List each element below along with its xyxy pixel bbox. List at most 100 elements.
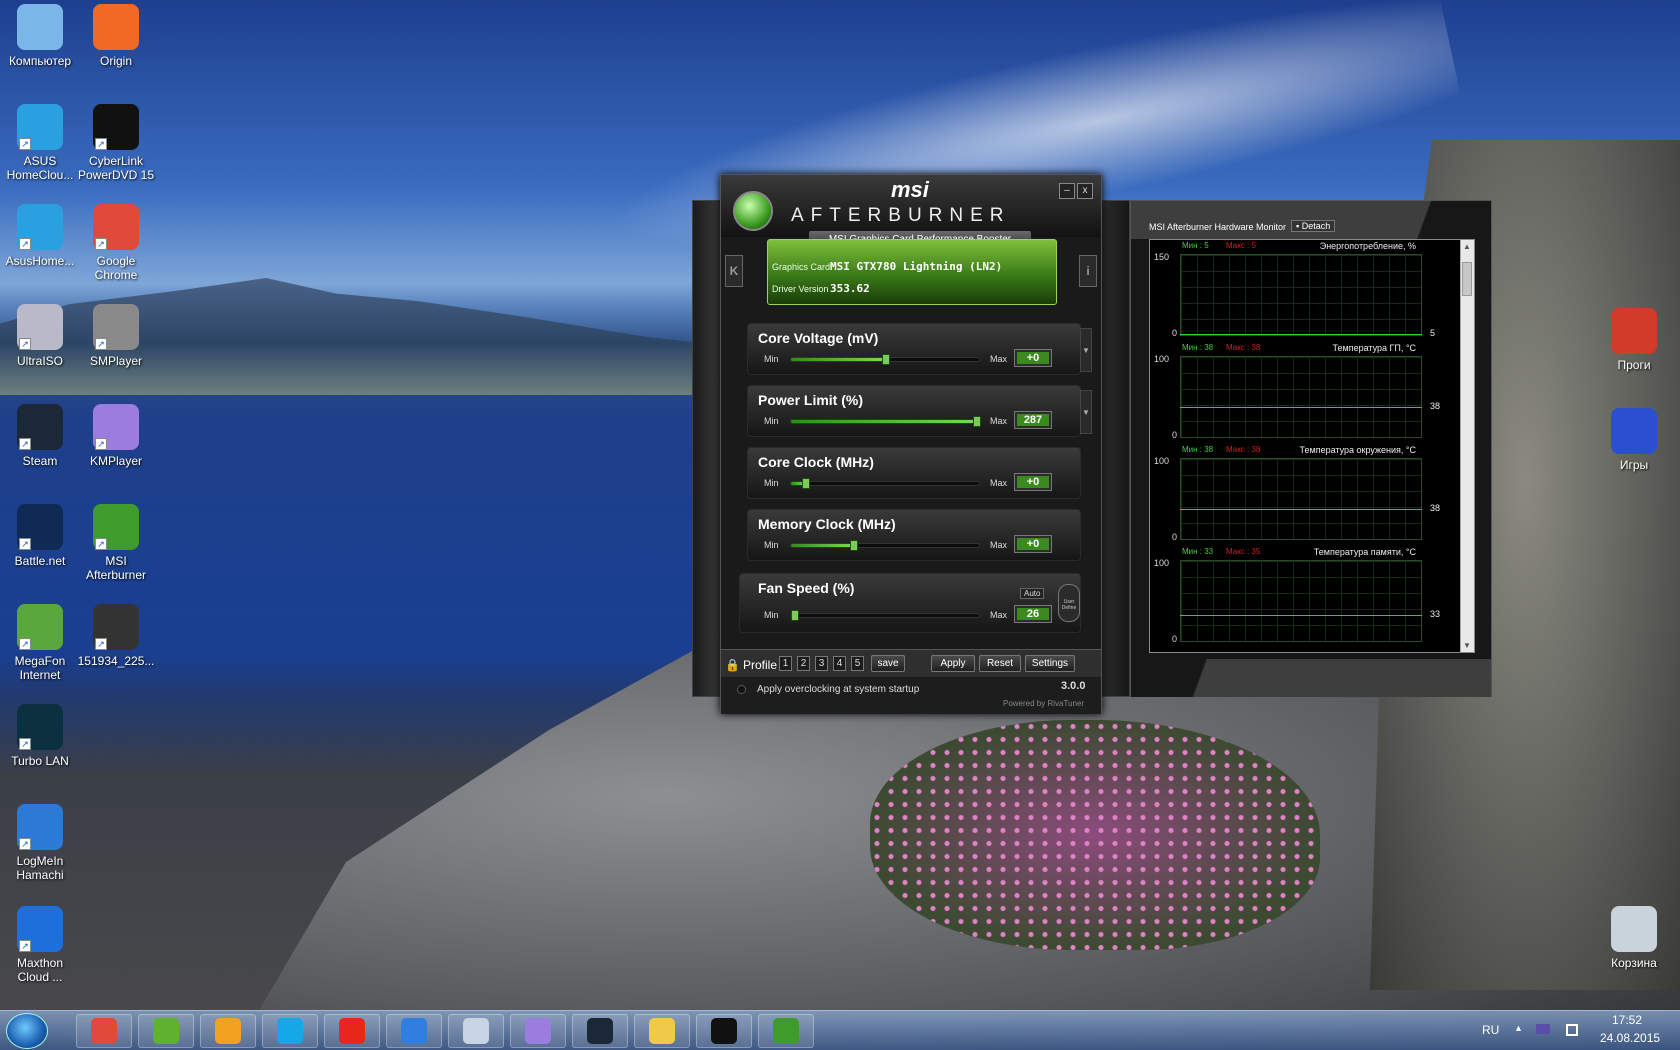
shortcut-arrow-icon: ↗: [19, 438, 31, 450]
desktop-icon[interactable]: ↗ UltraISO: [0, 304, 80, 368]
tray-app-icon[interactable]: [1536, 1024, 1550, 1034]
kmplayer-icon: ↗: [93, 404, 139, 450]
profile-1-button[interactable]: 1: [779, 656, 792, 671]
user-define-button[interactable]: User Define: [1058, 584, 1080, 622]
afterburner-taskbar-icon: [773, 1018, 799, 1044]
shortcut-arrow-icon: ↗: [19, 738, 31, 750]
slider-track[interactable]: [790, 610, 980, 621]
slider-track[interactable]: [790, 478, 980, 489]
language-indicator[interactable]: RU: [1482, 1023, 1499, 1037]
desktop-icon[interactable]: ↗ CyberLink PowerDVD 15: [76, 104, 156, 182]
taskbar-button[interactable]: [76, 1014, 132, 1048]
tray-expand-icon[interactable]: ▲: [1514, 1023, 1523, 1033]
desktop-icon[interactable]: Игры: [1594, 408, 1674, 472]
desktop-icon[interactable]: ↗ Google Chrome: [76, 204, 156, 282]
profile-label: Profile: [743, 658, 778, 672]
reset-button[interactable]: Reset: [979, 655, 1021, 672]
desktop-icon[interactable]: Корзина: [1594, 906, 1674, 970]
taskbar-button[interactable]: [386, 1014, 442, 1048]
taskbar-button[interactable]: [696, 1014, 752, 1048]
slider-min-label: Min: [764, 540, 779, 550]
desktop-icon[interactable]: ↗ AsusHome...: [0, 204, 80, 268]
close-button[interactable]: x: [1077, 183, 1093, 199]
skin-left-button[interactable]: K: [725, 255, 743, 287]
slider-value-box[interactable]: +0: [1014, 349, 1052, 367]
slider-track[interactable]: [790, 354, 980, 365]
desktop-icon[interactable]: ↗ Turbo LAN: [0, 704, 80, 768]
startup-checkbox[interactable]: [737, 685, 746, 694]
slider-fill: [791, 420, 979, 423]
slider-track[interactable]: [790, 416, 981, 427]
desktop-icon[interactable]: ↗ KMPlayer: [76, 404, 156, 468]
desktop-icon[interactable]: ↗ Battle.net: [0, 504, 80, 568]
hardware-monitor-window[interactable]: MSI Afterburner Hardware Monitor ▪ Detac…: [1130, 200, 1492, 697]
info-button[interactable]: i: [1079, 255, 1097, 287]
slider-value-box[interactable]: 26: [1014, 605, 1052, 623]
lock-icon[interactable]: 🔒: [725, 658, 740, 672]
save-button[interactable]: save: [871, 655, 905, 672]
slider-value-box[interactable]: +0: [1014, 473, 1052, 491]
profile-3-button[interactable]: 3: [815, 656, 828, 671]
desktop-icon[interactable]: ↗ 151934_225...: [76, 604, 156, 668]
desktop-icon[interactable]: Проги: [1594, 308, 1674, 372]
desktop-icon[interactable]: ↗ Steam: [0, 404, 80, 468]
monitor-scrollbar[interactable]: ▲ ▼: [1460, 240, 1474, 652]
scroll-thumb[interactable]: [1462, 262, 1472, 296]
desktop-icon[interactable]: Компьютер: [0, 4, 80, 68]
taskbar-button[interactable]: [138, 1014, 194, 1048]
slider-value-box[interactable]: +0: [1014, 535, 1052, 553]
clock-date[interactable]: 24.08.2015: [1600, 1031, 1660, 1045]
hamachi-icon: ↗: [17, 804, 63, 850]
hardware-monitor-header[interactable]: MSI Afterburner Hardware Monitor ▪ Detac…: [1131, 201, 1491, 239]
desktop-icon-label: CyberLink PowerDVD 15: [77, 154, 155, 182]
slider-handle[interactable]: [849, 540, 858, 551]
taskbar-button[interactable]: [324, 1014, 380, 1048]
minimize-button[interactable]: –: [1059, 183, 1075, 199]
slider-expand-icon[interactable]: ▼: [1080, 328, 1092, 372]
taskbar-button[interactable]: [200, 1014, 256, 1048]
card-info-panel: Graphics Card MSI GTX780 Lightning (LN2)…: [767, 239, 1057, 305]
desktop-icon[interactable]: ↗ SMPlayer: [76, 304, 156, 368]
desktop-icon[interactable]: ↗ LogMeIn Hamachi: [0, 804, 80, 882]
slider-name: Core Clock (MHz): [758, 454, 874, 470]
taskbar-button[interactable]: [634, 1014, 690, 1048]
slider-value-box[interactable]: 287: [1014, 411, 1052, 429]
start-button[interactable]: [6, 1013, 48, 1049]
taskbar-button[interactable]: [262, 1014, 318, 1048]
slider-handle[interactable]: [973, 416, 981, 427]
clock-time[interactable]: 17:52: [1612, 1013, 1642, 1027]
profile-2-button[interactable]: 2: [797, 656, 810, 671]
settings-button[interactable]: Settings: [1025, 655, 1075, 672]
slider-handle[interactable]: [791, 610, 799, 621]
recycle-bin-icon: [1611, 906, 1657, 952]
taskbar-button[interactable]: [448, 1014, 504, 1048]
taskbar-button[interactable]: [758, 1014, 814, 1048]
fan-auto-button[interactable]: Auto: [1020, 588, 1045, 599]
afterburner-window[interactable]: msi AFTERBURNER – x MSI Graphics Card Pe…: [720, 174, 1102, 714]
desktop-icon[interactable]: Origin: [76, 4, 156, 68]
slider-handle[interactable]: [802, 478, 811, 489]
slider-expand-icon[interactable]: ▼: [1080, 390, 1092, 434]
profile-4-button[interactable]: 4: [833, 656, 846, 671]
desktop-icon-label: ASUS HomeClou...: [6, 154, 74, 182]
desktop-icon[interactable]: ↗ Maxthon Cloud ...: [0, 906, 80, 984]
folder-games-icon: [1611, 408, 1657, 454]
desktop-icon[interactable]: ↗ MegaFon Internet: [0, 604, 80, 682]
afterburner-header[interactable]: msi AFTERBURNER – x: [721, 175, 1101, 237]
pane-title: Температура памяти, °C: [1313, 547, 1416, 557]
slider-min-label: Min: [764, 354, 779, 364]
slider-handle[interactable]: [882, 354, 890, 365]
slider-track[interactable]: [790, 540, 980, 551]
pane-title: Энергопотребление, %: [1319, 241, 1416, 251]
taskbar-button[interactable]: [510, 1014, 566, 1048]
apply-button[interactable]: Apply: [931, 655, 975, 672]
desktop-icon[interactable]: ↗ MSI Afterburner: [76, 504, 156, 582]
desktop-icon[interactable]: ↗ ASUS HomeClou...: [0, 104, 80, 182]
monitor-graph-area[interactable]: Мин : 5 Макс : 5 Энергопотребление, % 150 0 5…: [1149, 239, 1475, 653]
scroll-down-icon[interactable]: ▼: [1463, 641, 1471, 650]
detach-button[interactable]: ▪ Detach: [1291, 220, 1336, 232]
network-icon[interactable]: [1566, 1024, 1578, 1036]
scroll-up-icon[interactable]: ▲: [1463, 242, 1471, 251]
taskbar-button[interactable]: [572, 1014, 628, 1048]
profile-5-button[interactable]: 5: [851, 656, 864, 671]
